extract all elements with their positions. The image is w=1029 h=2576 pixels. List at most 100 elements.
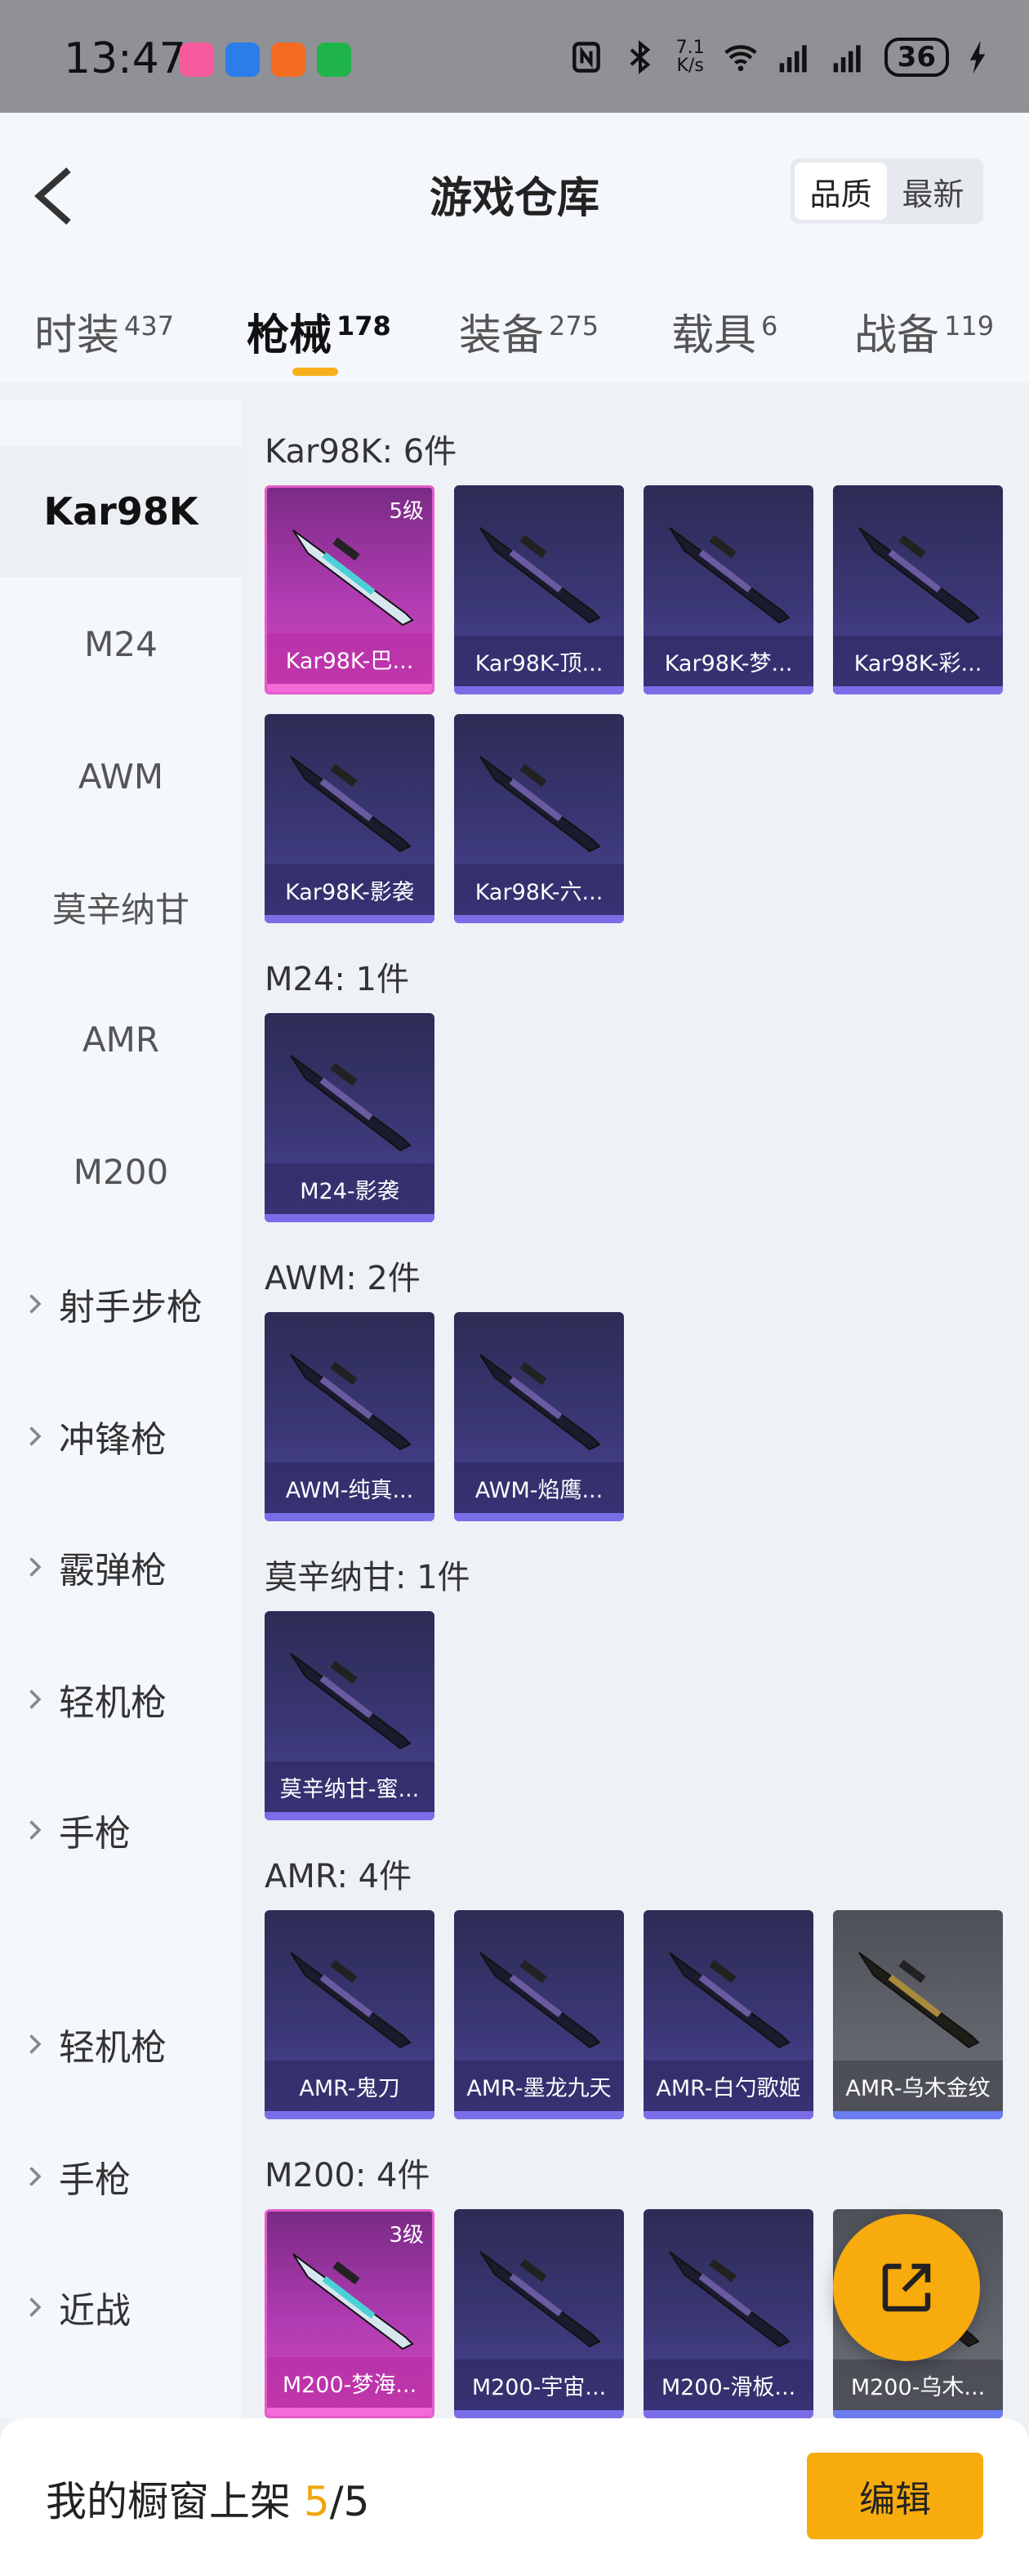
rarity-strip xyxy=(454,915,624,923)
skin-level-badge: 3级 xyxy=(389,2223,424,2248)
network-speed: 7.1 K/s xyxy=(676,39,705,75)
weapon-skin-name: M200-宇宙... xyxy=(454,2359,624,2410)
bilibili-icon xyxy=(180,42,214,77)
weapon-card[interactable]: AMR-白勺歌姬 xyxy=(644,1910,813,2119)
weapon-type-sidebar: Kar98K M24 AWM 莫辛纳甘 AMR M200 射手步枪 冲锋枪 霰弹… xyxy=(0,400,242,2418)
tab-label: 时装 xyxy=(34,311,120,360)
net-speed-value: 7.1 xyxy=(675,38,705,58)
tab-count: 437 xyxy=(124,310,175,342)
weapon-card[interactable]: M200-宇宙... xyxy=(454,2209,624,2418)
sort-newest-button[interactable]: 最新 xyxy=(887,163,979,220)
weapon-skin-image xyxy=(290,756,412,853)
weapon-card[interactable]: 5级 Kar98K-巴... xyxy=(265,485,434,694)
weapon-skin-image xyxy=(858,527,980,624)
weapon-card[interactable]: Kar98K-彩... xyxy=(833,485,1003,694)
weapon-card[interactable]: M200-滑板... xyxy=(644,2209,813,2418)
weapon-card[interactable]: AMR-鬼刀 xyxy=(265,1910,434,2119)
rarity-strip xyxy=(265,2111,434,2119)
tab-count: 119 xyxy=(944,310,995,342)
rarity-strip xyxy=(644,2111,813,2119)
tab-equipment[interactable]: 装备 275 xyxy=(459,301,599,362)
sidebar-group-label: 冲锋枪 xyxy=(59,1419,167,1461)
weapon-card[interactable]: AWM-焰鹰... xyxy=(454,1312,624,1521)
chevron-right-icon xyxy=(29,2297,42,2317)
weapon-card[interactable]: Kar98K-六... xyxy=(454,714,624,923)
rarity-strip xyxy=(265,915,434,923)
weapon-skin-name: Kar98K-彩... xyxy=(833,636,1003,686)
tab-fashion[interactable]: 时装 437 xyxy=(34,301,174,362)
section-title: 莫辛纳甘: 1件 xyxy=(265,1559,470,1596)
rarity-strip xyxy=(265,1812,434,1820)
weapon-skin-name: Kar98K-六... xyxy=(454,864,624,915)
share-icon xyxy=(882,2263,931,2312)
chevron-right-icon xyxy=(29,2167,42,2186)
wifi-icon xyxy=(724,45,757,72)
weapon-skin-name: AWM-纯真... xyxy=(265,1462,434,1513)
weapon-card[interactable]: 莫辛纳甘-蜜... xyxy=(265,1611,434,1820)
sidebar-item-amr[interactable]: AMR xyxy=(0,974,242,1105)
sidebar-group-pistol[interactable]: 手枪 xyxy=(0,2111,242,2242)
sidebar-group-pistol[interactable]: 手枪 xyxy=(0,1765,242,1895)
weapon-card[interactable]: Kar98K-梦... xyxy=(644,485,813,694)
rarity-strip xyxy=(265,1214,434,1222)
tab-supplies[interactable]: 战备 119 xyxy=(854,301,994,362)
sidebar-item-kar98k[interactable]: Kar98K xyxy=(0,446,242,577)
sidebar-group-label: 近战 xyxy=(59,2290,131,2332)
tab-label: 装备 xyxy=(459,311,545,360)
weapon-card[interactable]: AWM-纯真... xyxy=(265,1312,434,1521)
weapon-card[interactable]: AMR-乌木金纹 xyxy=(833,1910,1003,2119)
chevron-right-icon xyxy=(29,1690,42,1709)
weapon-skin-name: AWM-焰鹰... xyxy=(454,1462,624,1513)
showcase-total-count: /5 xyxy=(329,2478,370,2525)
clock: 13:47 xyxy=(64,34,186,83)
rarity-strip xyxy=(833,2111,1003,2119)
tab-firearms[interactable]: 枪械 178 xyxy=(247,301,391,376)
sidebar-item-awm[interactable]: AWM xyxy=(0,711,242,842)
weapon-card[interactable]: M24-影袭 xyxy=(265,1013,434,1222)
nfc-icon xyxy=(572,42,600,73)
sidebar-group-melee[interactable]: 近战 xyxy=(0,2242,242,2373)
rarity-strip xyxy=(267,684,432,692)
sidebar-group-lmg[interactable]: 轻机枪 xyxy=(0,1634,242,1765)
sidebar-group-lmg[interactable]: 轻机枪 xyxy=(0,1979,242,2109)
bottom-bar: 我的橱窗上架 5/5 编辑 xyxy=(0,2418,1029,2576)
weapon-card[interactable]: Kar98K-影袭 xyxy=(265,714,434,923)
weapon-skin-name: M200-梦海... xyxy=(267,2357,432,2408)
tab-vehicles[interactable]: 载具 6 xyxy=(671,301,777,362)
weapon-skin-name: Kar98K-影袭 xyxy=(265,864,434,915)
weapon-skin-image xyxy=(290,1354,412,1451)
header: 游戏仓库 品质 最新 时装 437 枪械 178 装备 275 载具 6 战备 119 xyxy=(0,113,1029,382)
rarity-strip xyxy=(454,2111,624,2119)
rarity-strip xyxy=(833,2410,1003,2418)
weapon-skin-image xyxy=(292,2253,414,2351)
sidebar-group-smg[interactable]: 冲锋枪 xyxy=(0,1371,242,1502)
weapon-card[interactable]: 3级 M200-梦海... xyxy=(265,2209,434,2418)
sidebar-item-m24[interactable]: M24 xyxy=(0,578,242,709)
sidebar-group-shotgun[interactable]: 霰弹枪 xyxy=(0,1502,242,1632)
category-tabs: 时装 437 枪械 178 装备 275 载具 6 战备 119 xyxy=(0,301,1029,376)
bluetooth-icon xyxy=(630,40,650,74)
weapon-skin-image xyxy=(290,1653,412,1750)
sidebar-item-m200[interactable]: M200 xyxy=(0,1106,242,1237)
sidebar-group-label: 霰弹枪 xyxy=(59,1550,167,1592)
weapon-card[interactable]: Kar98K-顶... xyxy=(454,485,624,694)
sidebar-group-dmr[interactable]: 射手步枪 xyxy=(0,1239,242,1369)
share-button[interactable] xyxy=(833,2214,980,2361)
weapon-skin-image xyxy=(669,527,791,624)
weapon-skin-image xyxy=(479,1354,601,1451)
edit-button[interactable]: 编辑 xyxy=(807,2453,983,2539)
signal-4g-icon xyxy=(833,45,861,73)
active-tab-indicator xyxy=(292,368,338,376)
weapon-skin-image xyxy=(292,529,414,627)
rarity-strip xyxy=(454,686,624,694)
tab-label: 战备 xyxy=(854,311,940,360)
sidebar-item-mosin[interactable]: 莫辛纳甘 xyxy=(0,842,242,972)
weapon-grid: Kar98K: 6件 5级 Kar98K-巴... Kar98K-顶... Kar98K… xyxy=(242,400,1029,2418)
weapon-card[interactable]: AMR-墨龙九天 xyxy=(454,1910,624,2119)
skin-level-badge: 5级 xyxy=(389,499,424,524)
weapon-skin-name: M24-影袭 xyxy=(265,1163,434,1214)
status-bar: 13:47 7.1 K/s 36 xyxy=(0,0,1029,113)
weapon-skin-name: AMR-墨龙九天 xyxy=(454,2060,624,2111)
sort-quality-button[interactable]: 品质 xyxy=(795,163,887,220)
weapon-skin-name: M200-乌木... xyxy=(833,2359,1003,2410)
